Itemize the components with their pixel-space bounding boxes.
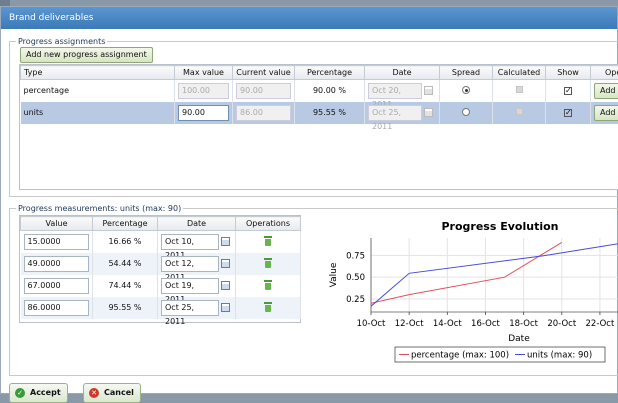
col-show[interactable]: Show	[546, 66, 591, 80]
add-assignment-button[interactable]: Add new progress assignment	[20, 47, 153, 63]
trash-icon[interactable]	[264, 302, 272, 312]
percentage-cell: 16.66 %	[93, 231, 158, 253]
series-line-units	[371, 238, 618, 307]
legend-label-percentage: percentage (max: 100)	[411, 351, 509, 361]
chart-xlabel: Date	[508, 334, 530, 344]
type-cell: units	[21, 102, 175, 124]
value-input[interactable]: 15.0000	[24, 234, 90, 250]
accept-label: Accept	[30, 388, 61, 397]
calendar-icon[interactable]	[221, 237, 230, 246]
calendar-icon[interactable]	[424, 108, 433, 117]
y-tick-label: 0.75	[346, 251, 365, 261]
x-tick-label: 10-Oct	[357, 319, 386, 329]
col-spread[interactable]: Spread	[440, 66, 493, 80]
col-calculated[interactable]: Calculated	[493, 66, 546, 80]
x-tick-label: 16-Oct	[471, 319, 500, 329]
percentage-cell: 95.55 %	[93, 297, 158, 319]
chart-plot-area: 0.25 0.50 0.75 10-Oct 12-Oct 14-Oct 16-Oct 18-O…	[346, 238, 618, 330]
cancel-button[interactable]: ✕ Cancel	[83, 383, 141, 403]
check-icon: ✓	[15, 388, 25, 398]
value-input[interactable]: 67.0000	[24, 278, 90, 294]
trash-icon[interactable]	[264, 236, 272, 246]
col-max[interactable]: Max value	[175, 66, 233, 80]
value-input[interactable]: 86.0000	[24, 300, 90, 316]
trash-icon[interactable]	[264, 280, 272, 290]
measurements-grid: Value Percentage Date Operations 15.0000…	[19, 215, 301, 323]
x-tick-label: 14-Oct	[433, 319, 462, 329]
legend-label-units: units (max: 90)	[527, 351, 592, 361]
show-checkbox[interactable]: ✓	[564, 87, 572, 95]
x-tick-label: 12-Oct	[395, 319, 424, 329]
date-input[interactable]: Oct 25, 2011	[368, 105, 422, 121]
col-value[interactable]: Value	[21, 217, 93, 231]
progress-chart: Progress Evolution 0.25 0.50 0.75 10-Oct 12-…	[319, 213, 618, 365]
date-input[interactable]: Oct 19, 2011	[161, 278, 219, 294]
x-tick-label: 20-Oct	[547, 319, 576, 329]
measurements-table: Value Percentage Date Operations 15.0000…	[20, 216, 301, 319]
y-tick-label: 0.25	[346, 295, 365, 305]
table-row[interactable]: 67.0000 74.44 % Oct 19, 2011	[21, 275, 301, 297]
date-input[interactable]: Oct 20, 2011	[368, 83, 422, 99]
calculated-checkbox	[516, 86, 523, 93]
calendar-icon[interactable]	[221, 303, 230, 312]
add-measurement-button[interactable]: Add measurement	[594, 83, 618, 99]
x-tick-label: 22-Oct	[586, 319, 615, 329]
table-row[interactable]: 86.0000 95.55 % Oct 25, 2011	[21, 297, 301, 319]
dialog-title: Brand deliverables	[1, 7, 617, 29]
spread-radio[interactable]	[462, 86, 470, 94]
show-checkbox[interactable]: ✓	[564, 109, 572, 117]
cancel-label: Cancel	[104, 388, 134, 397]
chart-ylabel: Value	[329, 262, 339, 287]
col-operations[interactable]: Operations	[236, 217, 301, 231]
assignments-grid: Type Max value Current value Percentage …	[19, 64, 618, 190]
max-input[interactable]: 100.00	[178, 83, 229, 99]
max-input[interactable]: 90.00	[178, 105, 229, 121]
accept-button[interactable]: ✓ Accept	[9, 383, 68, 403]
col-date[interactable]: Date	[158, 217, 236, 231]
col-percentage[interactable]: Percentage	[295, 66, 365, 80]
type-cell: percentage	[21, 80, 175, 102]
x-tick-label: 18-Oct	[509, 319, 538, 329]
calendar-icon[interactable]	[424, 86, 433, 95]
percentage-cell: 90.00 %	[295, 80, 365, 102]
measurements-header: Value Percentage Date Operations	[21, 217, 301, 231]
table-row[interactable]: units 90.00 86.00 95.55 % Oct 25, 2011 ✓…	[21, 102, 618, 124]
calendar-icon[interactable]	[221, 281, 230, 290]
current-input[interactable]: 86.00	[236, 105, 291, 121]
percentage-cell: 95.55 %	[295, 102, 365, 124]
chart-title: Progress Evolution	[442, 220, 559, 233]
table-row[interactable]: 49.0000 54.44 % Oct 12, 2011	[21, 253, 301, 275]
assignments-header: Type Max value Current value Percentage …	[21, 66, 618, 80]
calculated-checkbox	[516, 108, 523, 115]
series-line-percentage	[371, 242, 562, 303]
col-current[interactable]: Current value	[233, 66, 295, 80]
measurements-legend: Progress measurements: units (max: 90)	[16, 204, 183, 213]
col-percentage[interactable]: Percentage	[93, 217, 158, 231]
value-input[interactable]: 49.0000	[24, 256, 90, 272]
percentage-cell: 74.44 %	[93, 275, 158, 297]
col-type[interactable]: Type	[21, 66, 175, 80]
y-tick-label: 0.50	[346, 273, 365, 283]
col-operations[interactable]: Operations	[591, 66, 618, 80]
date-input[interactable]: Oct 10, 2011	[161, 234, 219, 250]
table-row[interactable]: percentage 100.00 90.00 90.00 % Oct 20, …	[21, 80, 618, 102]
cancel-icon: ✕	[89, 388, 99, 398]
col-date[interactable]: Date	[365, 66, 440, 80]
assignments-legend: Progress assignments	[16, 37, 107, 46]
date-input[interactable]: Oct 25, 2011	[161, 300, 219, 316]
calendar-icon[interactable]	[221, 259, 230, 268]
assignments-table: Type Max value Current value Percentage …	[20, 65, 618, 124]
add-measurement-button[interactable]: Add measurement	[594, 105, 618, 121]
date-input[interactable]: Oct 12, 2011	[161, 256, 219, 272]
table-row[interactable]: 15.0000 16.66 % Oct 10, 2011	[21, 231, 301, 253]
current-input[interactable]: 90.00	[236, 83, 291, 99]
dialog: Brand deliverables Progress assignments …	[0, 6, 618, 394]
percentage-cell: 54.44 %	[93, 253, 158, 275]
spread-radio[interactable]	[462, 108, 470, 116]
trash-icon[interactable]	[264, 258, 272, 268]
